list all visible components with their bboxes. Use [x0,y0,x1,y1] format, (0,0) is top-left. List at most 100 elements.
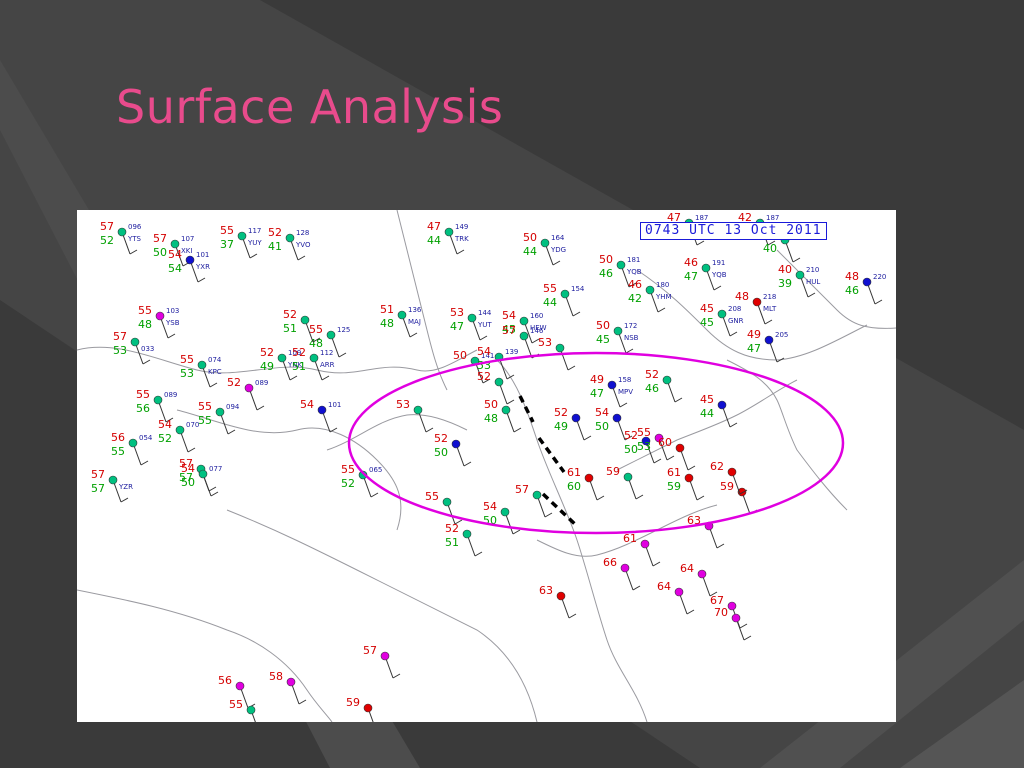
station-temperature: 55 [220,224,234,237]
wind-barb-flag [696,495,705,501]
sky-cover-icon [613,326,623,336]
sky-cover-icon [684,473,694,483]
wind-barb-flag [513,427,522,433]
station-temperature: 50 [523,231,537,244]
sky-cover-icon [215,407,225,417]
station-temperature: 48 [845,270,859,283]
station-model: 6159 [667,466,705,501]
sky-cover-icon [363,703,373,713]
station-pressure: 218 [763,293,776,301]
station-pressure: 210 [806,266,819,274]
sky-cover-icon [235,681,245,691]
station-dewpoint: 48 [380,317,394,330]
station-model: 57 [515,483,553,518]
station-dewpoint: 50 [153,246,167,259]
sky-cover-icon [155,311,165,321]
station-temperature: 50 [484,398,498,411]
station-pressure: 158 [618,376,631,384]
wind-barb-flag [210,491,219,497]
trough-segment [518,395,535,423]
wind-barb-flag [129,249,138,255]
wind-barb-flag [653,458,662,464]
station-dewpoint: 47 [590,387,604,400]
sky-cover-icon [675,443,685,453]
station-temperature: 55 [341,463,355,476]
station-model: 4642 180 YHM [628,278,672,313]
sky-cover-icon [519,316,529,326]
wind-barb-flag [249,253,258,259]
station-model: 5241 128 YVO [268,226,311,261]
station-temperature: 49 [590,373,604,386]
station-pressure: 125 [337,326,350,334]
sky-cover-icon [326,330,336,340]
station-pressure: 101 [196,251,209,259]
station-id: YDG [550,246,566,254]
station-temperature: 57 [113,330,127,343]
station-temperature: 55 [425,490,439,503]
station-dewpoint: 44 [543,296,557,309]
wind-barb-flag [512,529,521,535]
wind-barb-flag [209,382,218,388]
station-dewpoint: 51 [292,360,306,373]
wind-barb-flag [807,292,816,298]
station-pressure: 160 [530,312,543,320]
sky-cover-icon [317,405,327,415]
station-dewpoint: 51 [283,322,297,335]
station-model: 4039 210 HUL [778,263,820,298]
sky-cover-icon [795,270,805,280]
sky-cover-icon [701,263,711,273]
sky-cover-icon [237,231,247,241]
station-model: 5048 [484,398,522,433]
station-dewpoint: 53 [637,440,651,453]
station-temperature: 45 [700,302,714,315]
sky-cover-icon [556,591,566,601]
wind-barb-flag [298,699,307,705]
station-dewpoint: 48 [484,412,498,425]
station-dewpoint: 48 [138,318,152,331]
station-temperature: 56 [111,431,125,444]
station-pressure: 187 [766,214,779,222]
wind-barb-flag [474,551,483,557]
station-model: 5552 065 [341,463,382,498]
wind-barb-flag [544,512,553,518]
station-temperature: 57 [100,220,114,233]
station-pressure: 187 [695,214,708,222]
station-pressure: 181 [627,256,640,264]
sky-cover-icon [519,331,529,341]
station-temperature: 55 [198,400,212,413]
station-model: 59 [606,465,644,500]
wind-barb-flag [716,543,725,549]
station-temperature: 54 [483,500,497,513]
station-id: MPV [618,388,633,396]
station-model: 55 [425,490,463,525]
station-temperature: 66 [603,556,617,569]
station-temperature: 52 [434,432,448,445]
station-temperature: 57 [153,232,167,245]
wind-barb-flag [583,435,592,441]
station-id: ARR [320,361,335,369]
sky-cover-icon [727,601,737,611]
sky-cover-icon [620,563,630,573]
station-temperature: 52 [645,368,659,381]
sky-cover-icon [467,313,477,323]
station-pressure: 139 [505,348,518,356]
station-temperature: 45 [700,393,714,406]
station-id: YZR [118,483,133,491]
station-dewpoint: 44 [427,234,441,247]
wind-barb-flag [208,486,217,492]
sky-cover-icon [640,539,650,549]
station-dewpoint: 51 [445,536,459,549]
station-dewpoint: 54 [168,262,182,275]
station-temperature: 50 [453,349,467,362]
station-dewpoint: 45 [596,333,610,346]
sky-cover-icon [731,613,741,623]
sky-cover-icon [560,289,570,299]
station-temperature: 64 [680,562,694,575]
station-dewpoint: 44 [700,407,714,420]
station-model: 64 [680,562,718,597]
station-model: 5044 164 YDG [523,231,566,266]
station-temperature: 57 [91,468,105,481]
station-model: 5544 154 [543,282,585,317]
wind-barb-flag [297,255,306,261]
station-temperature: 55 [138,304,152,317]
